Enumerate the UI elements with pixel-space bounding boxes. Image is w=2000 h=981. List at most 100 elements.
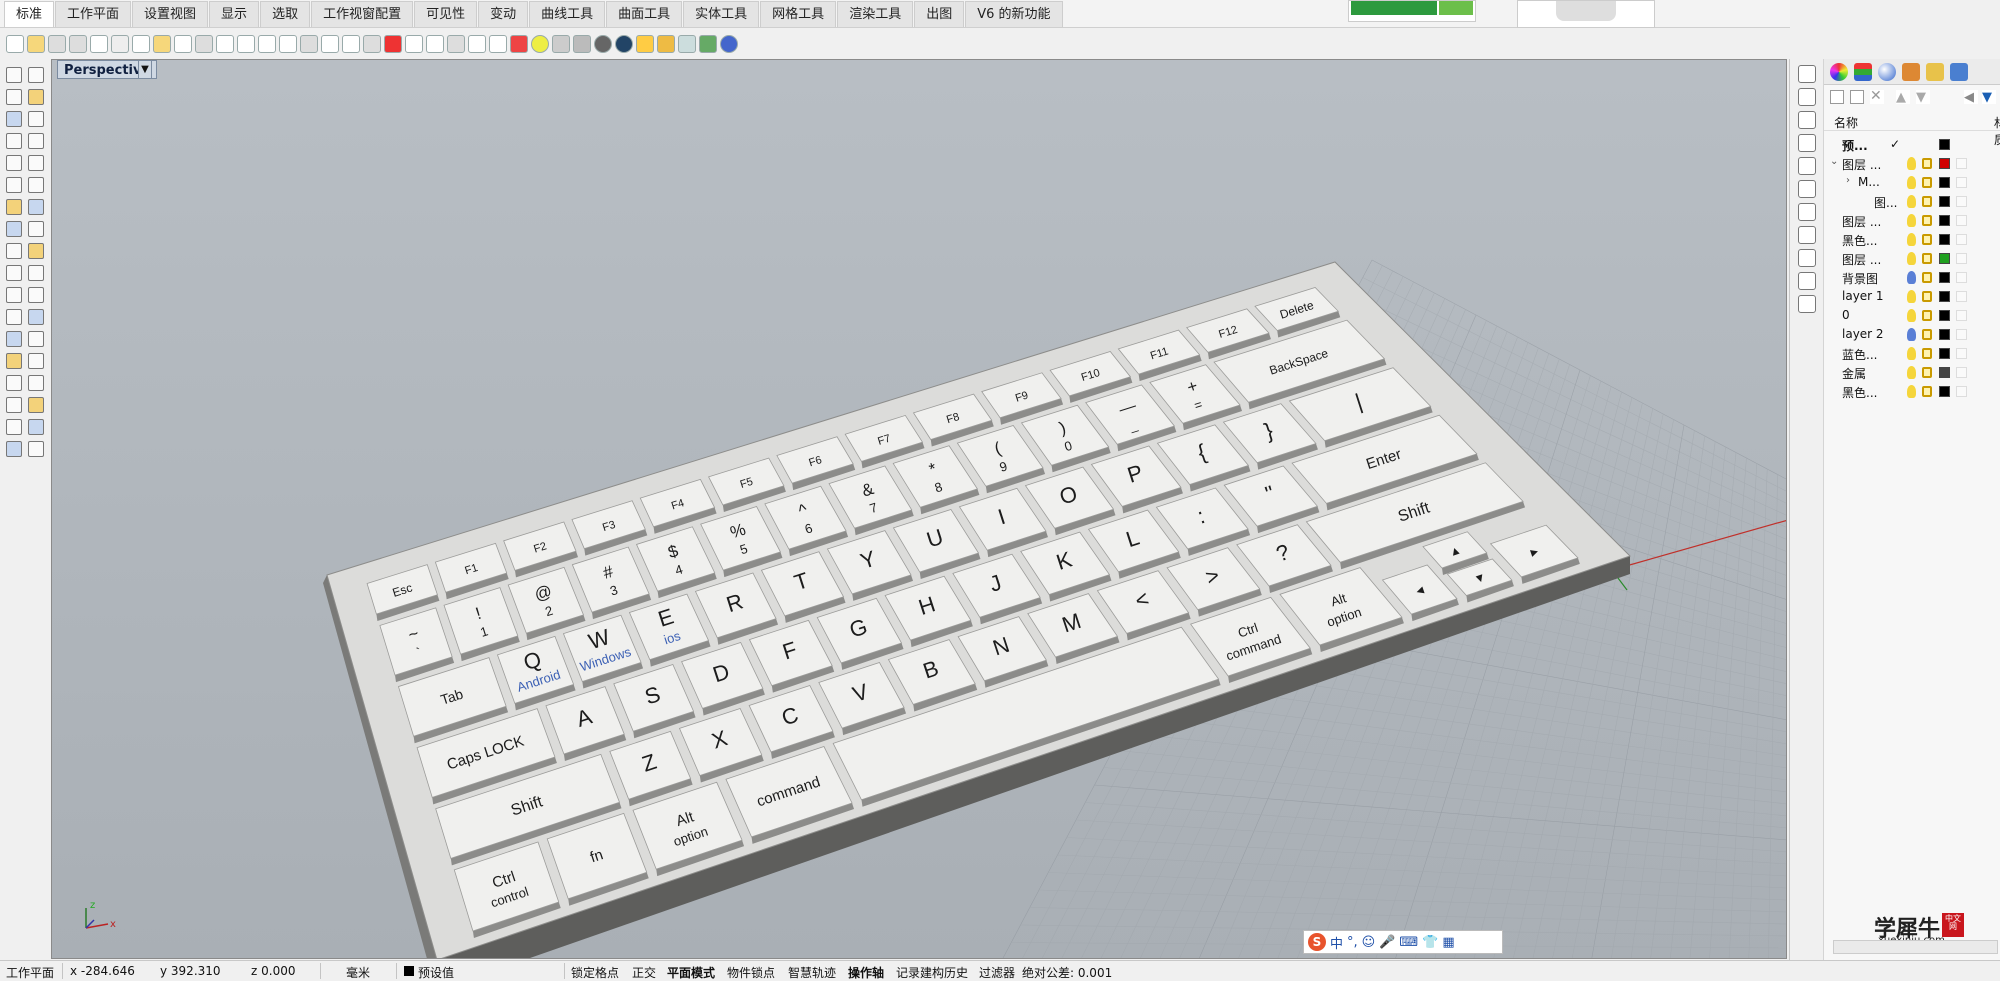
- tab-11[interactable]: 网格工具: [760, 1, 837, 27]
- left-tool-icon[interactable]: [6, 331, 22, 347]
- delete-layer-icon[interactable]: ✕: [1870, 89, 1884, 104]
- toolbar-tool-icon[interactable]: [132, 35, 150, 53]
- lightbulb-icon[interactable]: [1907, 347, 1916, 360]
- toolbar-tool-icon[interactable]: [48, 35, 66, 53]
- left-tool-icon[interactable]: [6, 199, 22, 215]
- layer-color-swatch[interactable]: [1939, 177, 1950, 188]
- lightbulb-icon[interactable]: [1907, 233, 1916, 246]
- left-tool-icon[interactable]: [28, 331, 44, 347]
- toolbar-tool-icon[interactable]: [468, 35, 486, 53]
- layer-row[interactable]: 图层 ...: [1824, 211, 2000, 230]
- lightbulb-icon[interactable]: [1907, 271, 1916, 284]
- move-up-icon[interactable]: ▲: [1896, 90, 1910, 105]
- left-tool-icon[interactable]: [6, 419, 22, 435]
- expand-icon[interactable]: ›: [1846, 175, 1850, 186]
- left-tool-icon[interactable]: [6, 397, 22, 413]
- toolbar-tool-icon[interactable]: [615, 35, 633, 53]
- lightbulb-icon[interactable]: [1907, 385, 1916, 398]
- expand-icon[interactable]: ⌄: [1830, 156, 1838, 167]
- lock-icon[interactable]: [1922, 177, 1932, 188]
- left-tool-icon[interactable]: [6, 375, 22, 391]
- material-swatch[interactable]: [1956, 329, 1967, 340]
- layer-color-swatch[interactable]: [1939, 158, 1950, 169]
- tab-10[interactable]: 实体工具: [683, 1, 760, 27]
- layer-color-swatch[interactable]: [1939, 291, 1950, 302]
- tab-1[interactable]: 工作平面: [55, 1, 132, 27]
- material-swatch[interactable]: [1956, 367, 1967, 378]
- ime-toolbar[interactable]: S 中 °, ☺ 🎤 ⌨ 👕 ▦: [1303, 930, 1503, 954]
- lock-icon[interactable]: [1922, 196, 1932, 207]
- display-tab-icon[interactable]: [1902, 63, 1920, 81]
- layer-row[interactable]: 图层 ...: [1824, 249, 2000, 268]
- layer-name[interactable]: 背景图: [1842, 270, 1878, 287]
- lightbulb-icon[interactable]: [1907, 214, 1916, 227]
- toolbar-tool-icon[interactable]: [321, 35, 339, 53]
- left-tool-icon[interactable]: [6, 265, 22, 281]
- ime-toolbox-icon[interactable]: ▦: [1442, 935, 1454, 950]
- toolbar-tool-icon[interactable]: [510, 35, 528, 53]
- material-swatch[interactable]: [1956, 272, 1967, 283]
- toolbar-tool-icon[interactable]: [258, 35, 276, 53]
- tab-5[interactable]: 工作视窗配置: [311, 1, 414, 27]
- keyboard-model[interactable]: EscF1F2F3F4F5F6F7F8F9F10F11F12Delete~`!1…: [323, 261, 1631, 959]
- left-tool-icon[interactable]: [28, 375, 44, 391]
- layers-horizontal-scrollbar[interactable]: [1833, 940, 1998, 954]
- layer-name[interactable]: M...: [1858, 175, 1880, 189]
- ime-voice-icon[interactable]: 🎤: [1379, 935, 1395, 950]
- layer-name[interactable]: 金属: [1842, 365, 1866, 382]
- status-history[interactable]: 记录建构历史: [896, 964, 968, 981]
- layer-name[interactable]: 图层 ...: [1842, 156, 1881, 173]
- left-tool-icon[interactable]: [28, 287, 44, 303]
- left-tool-icon[interactable]: [28, 133, 44, 149]
- lock-icon[interactable]: [1922, 158, 1932, 169]
- layer-row[interactable]: 0: [1824, 306, 2000, 325]
- layer-color-swatch[interactable]: [1939, 234, 1950, 245]
- layer-row[interactable]: 图...: [1824, 192, 2000, 211]
- perspective-viewport[interactable]: Perspective ▼ Esc F1 F2 F3 F4 F5 F6 F7 F8 F9 F10 F1…: [51, 59, 1787, 959]
- toolbar-tool-icon[interactable]: [447, 35, 465, 53]
- status-gumball[interactable]: 操作轴: [848, 964, 884, 981]
- toolbar-tool-icon[interactable]: [678, 35, 696, 53]
- ime-skin-icon[interactable]: 👕: [1422, 935, 1438, 950]
- tab-14[interactable]: V6 的新功能: [965, 1, 1063, 27]
- tab-8[interactable]: 曲线工具: [529, 1, 606, 27]
- layer-color-swatch[interactable]: [1939, 196, 1950, 207]
- lock-icon[interactable]: [1922, 310, 1932, 321]
- material-swatch[interactable]: [1956, 310, 1967, 321]
- status-osnap[interactable]: 物件锁点: [727, 964, 775, 981]
- tab-6[interactable]: 可见性: [414, 1, 478, 27]
- material-swatch[interactable]: [1956, 234, 1967, 245]
- status-gridsnap[interactable]: 锁定格点: [571, 964, 619, 981]
- tab-3[interactable]: 显示: [209, 1, 260, 27]
- toolbar-tool-icon[interactable]: [216, 35, 234, 53]
- left-tool-icon[interactable]: [6, 309, 22, 325]
- layer-name[interactable]: 蓝色...: [1842, 346, 1877, 363]
- left-tool-icon[interactable]: [6, 111, 22, 127]
- lightbulb-icon[interactable]: [1907, 328, 1916, 341]
- tab-13[interactable]: 出图: [914, 1, 965, 27]
- status-units[interactable]: 毫米: [346, 964, 370, 981]
- left-tool-icon[interactable]: [28, 111, 44, 127]
- status-planar[interactable]: 平面模式: [667, 964, 715, 981]
- lock-icon[interactable]: [1922, 215, 1932, 226]
- sogou-s-icon[interactable]: S: [1308, 933, 1326, 951]
- tab-7[interactable]: 变动: [478, 1, 529, 27]
- layer-row[interactable]: layer 2: [1824, 325, 2000, 344]
- left-tool-icon[interactable]: [28, 89, 44, 105]
- left-tool-icon[interactable]: [28, 243, 44, 259]
- left-tool-icon[interactable]: [28, 67, 44, 83]
- left-tool-icon[interactable]: [6, 353, 22, 369]
- lightbulb-icon[interactable]: [1907, 290, 1916, 303]
- material-swatch[interactable]: [1956, 196, 1967, 207]
- material-swatch[interactable]: [1956, 158, 1967, 169]
- status-ortho[interactable]: 正交: [632, 964, 656, 981]
- layer-color-swatch[interactable]: [1939, 348, 1950, 359]
- status-cplane[interactable]: 工作平面: [6, 964, 54, 981]
- layer-row[interactable]: 背景图: [1824, 268, 2000, 287]
- left-tool-icon[interactable]: [6, 287, 22, 303]
- filter-icon[interactable]: ▼: [1982, 90, 1996, 105]
- toolbar-tool-icon[interactable]: [237, 35, 255, 53]
- toolbar-tool-icon[interactable]: [300, 35, 318, 53]
- material-swatch[interactable]: [1956, 291, 1967, 302]
- toolbar-tool-icon[interactable]: [174, 35, 192, 53]
